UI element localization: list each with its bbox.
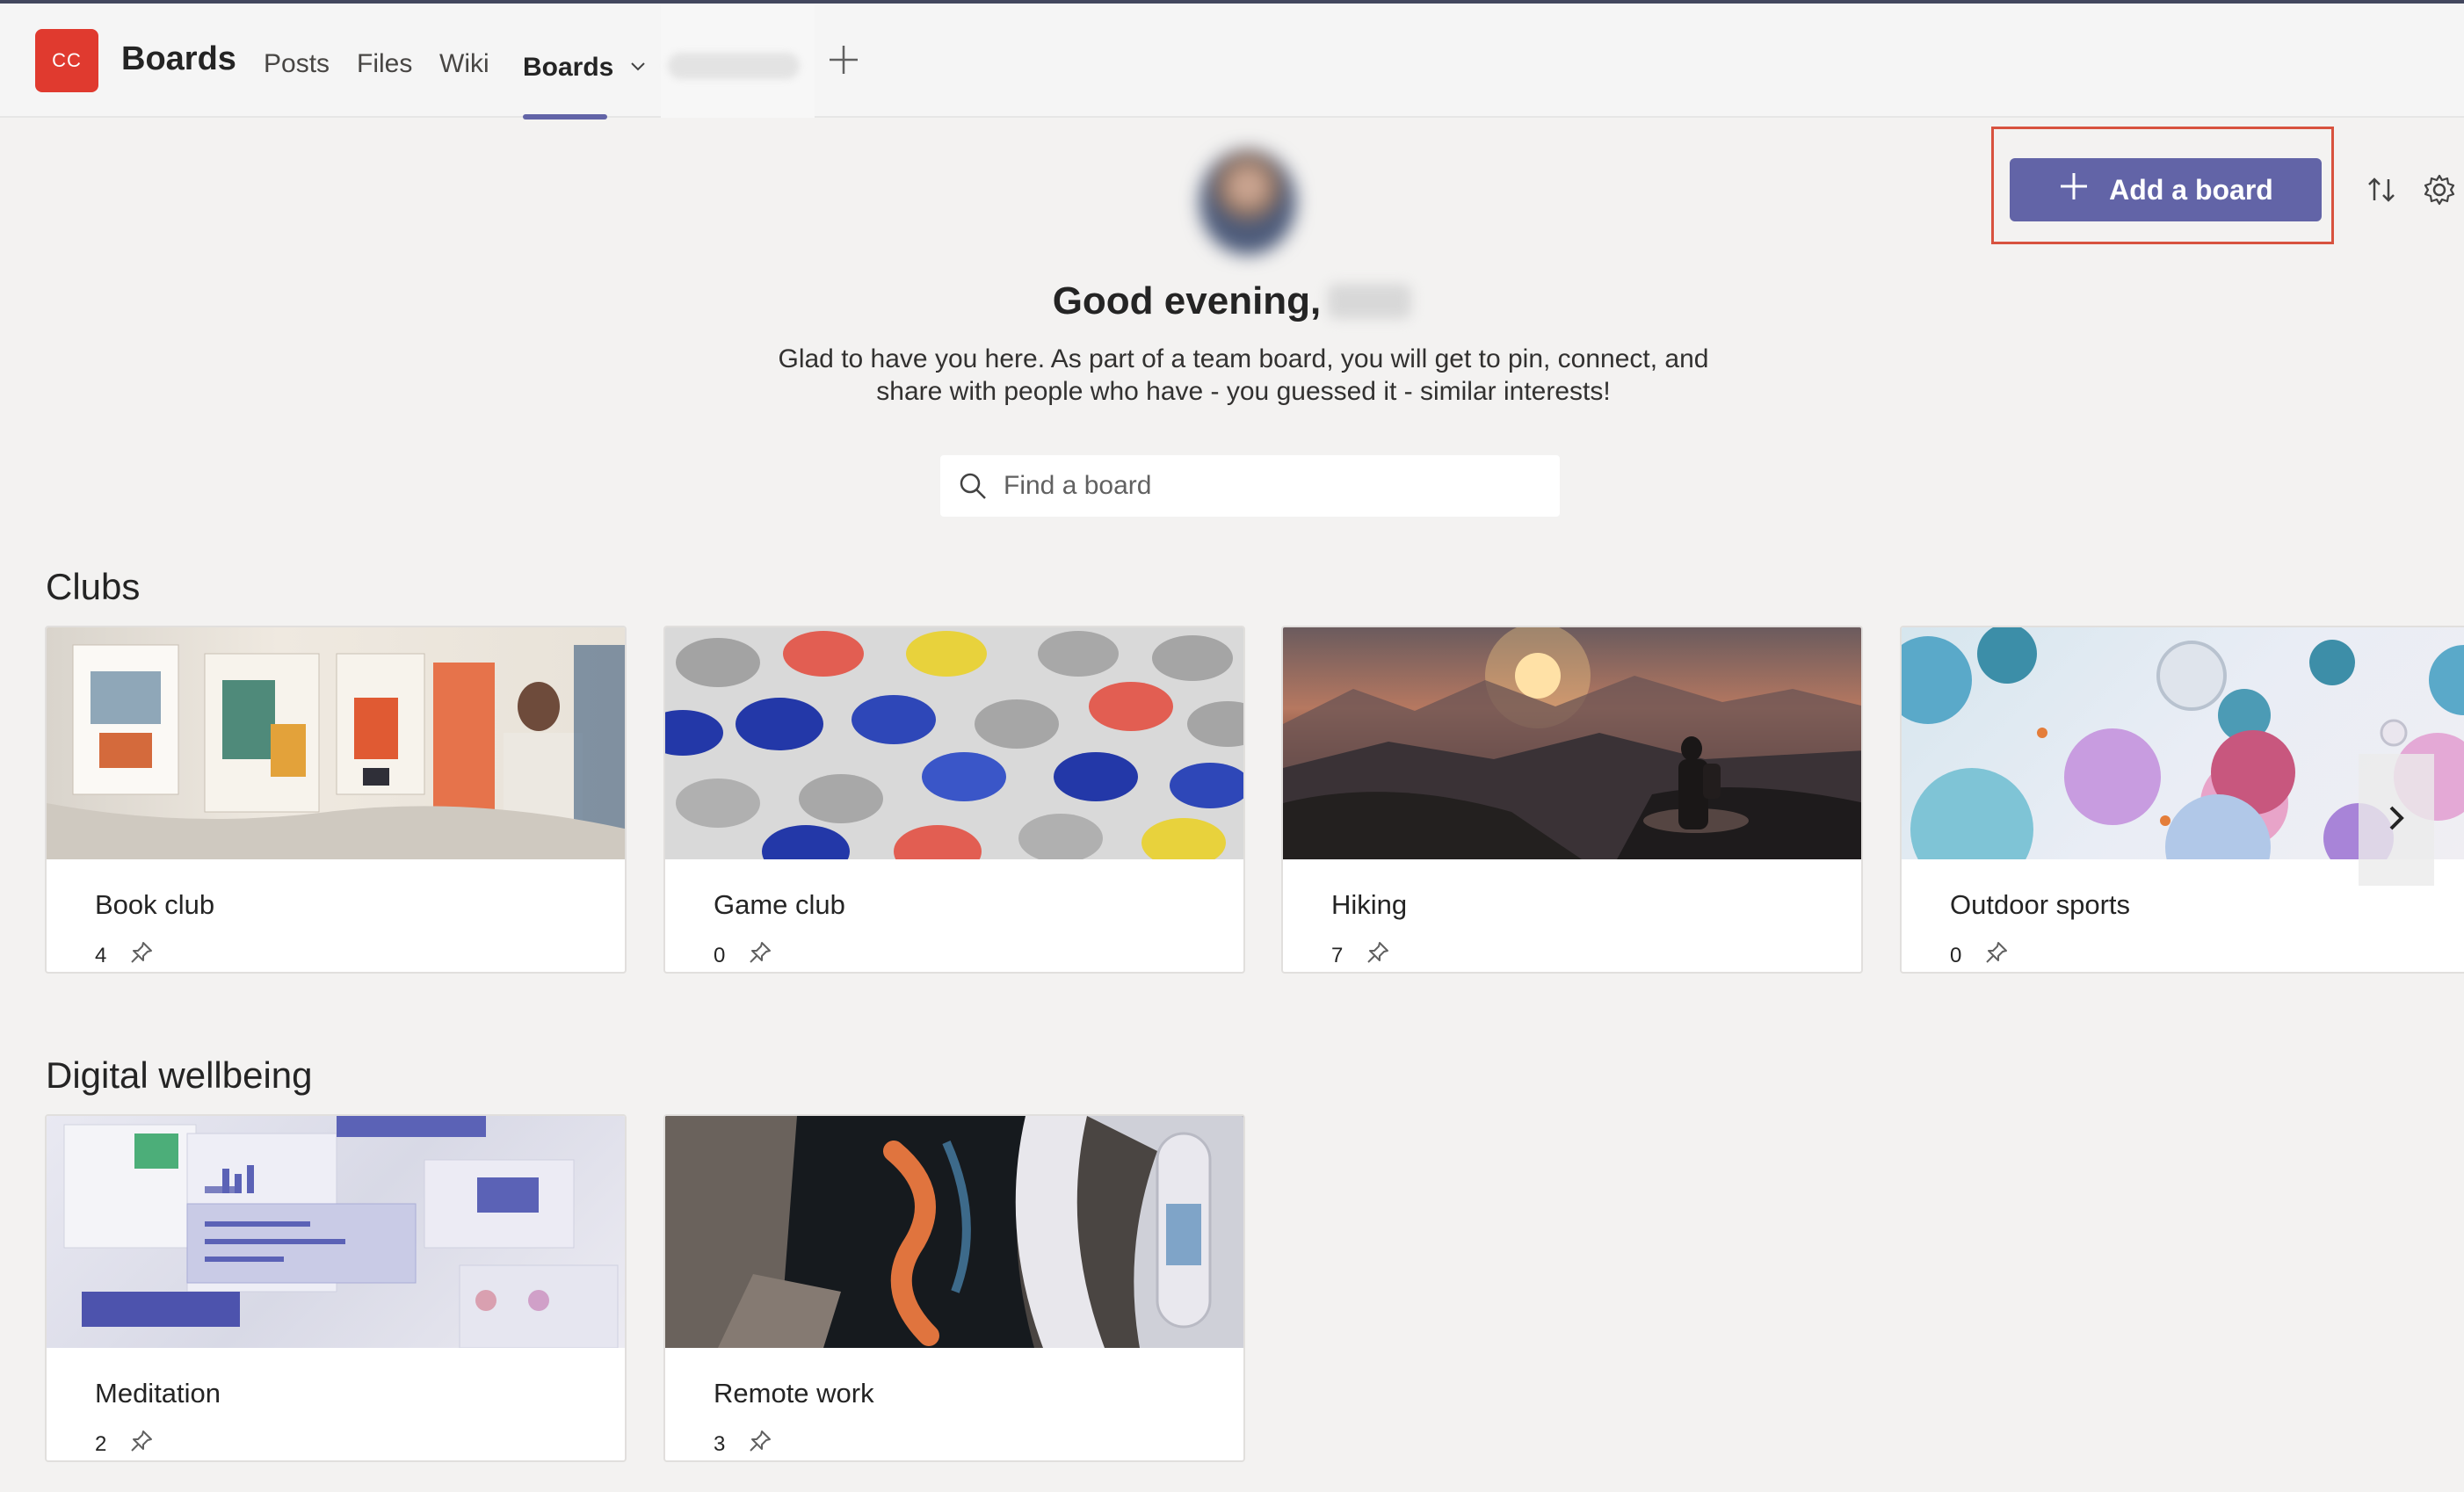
board-card-meditation[interactable]: Meditation 2: [45, 1114, 627, 1462]
board-meta: 3: [714, 1429, 772, 1459]
board-image: [665, 1116, 1243, 1348]
pin-icon: [129, 1429, 154, 1459]
redacted-tab-label: [668, 53, 800, 79]
add-tab-icon[interactable]: [826, 42, 861, 77]
search-box[interactable]: [940, 455, 1560, 517]
chevron-down-icon: [630, 49, 646, 79]
greeting: Good evening,: [0, 279, 2464, 323]
sort-icon[interactable]: [2364, 172, 2399, 207]
pin-count: 7: [1331, 943, 1344, 967]
board-card-game-club[interactable]: Game club 0: [663, 626, 1245, 974]
board-name: Meditation: [95, 1378, 221, 1409]
add-board-label: Add a board: [2109, 173, 2273, 206]
pin-icon: [1984, 940, 2009, 971]
board-meta: 2: [95, 1429, 154, 1459]
board-image: [47, 1116, 625, 1348]
redacted-user-name: [1328, 284, 1412, 319]
top-bar: CC Boards Posts Files Wiki Boards: [0, 0, 2464, 120]
tab-boards[interactable]: Boards: [523, 49, 646, 83]
pin-count: 0: [714, 943, 726, 967]
board-name: Book club: [95, 889, 215, 920]
chevron-right-icon: [2384, 802, 2409, 838]
pin-icon: [129, 940, 154, 971]
active-tab-indicator: [523, 114, 607, 120]
tab-wiki[interactable]: Wiki: [439, 49, 489, 79]
board-name: Outdoor sports: [1950, 889, 2131, 920]
section-title-clubs: Clubs: [46, 566, 141, 607]
board-meta: 7: [1331, 940, 1390, 971]
gear-icon[interactable]: [2422, 172, 2457, 207]
tab-boards-label: Boards: [523, 53, 614, 82]
pin-count: 3: [714, 1431, 726, 1456]
pin-count: 4: [95, 943, 107, 967]
pin-count: 2: [95, 1431, 107, 1456]
search-icon: [958, 471, 988, 501]
pin-icon: [1366, 940, 1390, 971]
intro-text: Glad to have you here. As part of a team…: [778, 344, 1709, 406]
board-name: Game club: [714, 889, 845, 920]
tab-files[interactable]: Files: [357, 49, 412, 79]
board-image: [665, 627, 1243, 859]
pin-count: 0: [1950, 943, 1962, 967]
team-avatar[interactable]: CC: [35, 29, 98, 92]
pin-icon: [748, 1429, 772, 1459]
carousel-next-button[interactable]: [2359, 754, 2434, 886]
board-card-book-club[interactable]: Book club 4: [45, 626, 627, 974]
app-title: Boards: [121, 40, 236, 77]
board-card-hiking[interactable]: Hiking 7: [1281, 626, 1863, 974]
board-name: Remote work: [714, 1378, 874, 1409]
board-meta: 0: [714, 940, 772, 971]
tab-posts[interactable]: Posts: [264, 49, 330, 79]
board-meta: 4: [95, 940, 154, 971]
section-title-digital-wellbeing: Digital wellbeing: [46, 1054, 313, 1096]
plus-icon: [2058, 170, 2090, 209]
board-meta: 0: [1950, 940, 2009, 971]
pin-icon: [748, 940, 772, 971]
add-board-button[interactable]: Add a board: [2010, 158, 2322, 221]
user-avatar: [1199, 149, 1296, 255]
greeting-text: Good evening,: [1052, 279, 1322, 322]
board-image: [47, 627, 625, 859]
board-card-remote-work[interactable]: Remote work 3: [663, 1114, 1245, 1462]
search-input[interactable]: [1002, 470, 1533, 502]
board-name: Hiking: [1331, 889, 1408, 920]
board-image: [1283, 627, 1861, 859]
